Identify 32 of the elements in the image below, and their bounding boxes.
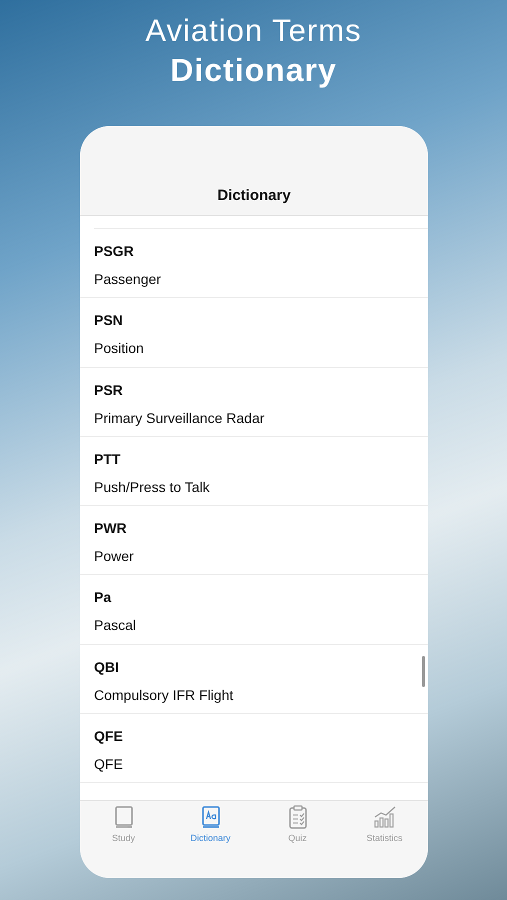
term-row[interactable]: QFE QFE [80, 714, 428, 784]
term-text: QFE [94, 728, 123, 744]
term-text: QBI [94, 658, 119, 675]
term-text: PTT [94, 450, 120, 467]
definition-text: Passenger [94, 271, 161, 287]
clipboard-icon [286, 805, 308, 829]
definition-text: QFE [94, 756, 123, 772]
term-row[interactable]: PSR Primary Surveillance Radar [80, 368, 428, 437]
definition-text: Primary Surveillance Radar [94, 410, 264, 426]
term-row[interactable]: PSN Position [80, 298, 428, 368]
term-text: PWR [94, 520, 127, 536]
tab[interactable]: Dictionary [167, 805, 254, 843]
definition-text: Position [94, 340, 144, 356]
scroll-indicator [422, 656, 425, 687]
term-text: PSN [94, 312, 123, 328]
definition-text: Pascal [94, 617, 136, 634]
headline-text: Dictionary [169, 51, 338, 90]
term-text: PSR [94, 382, 123, 398]
definition-text: Push/Press to Talk [94, 478, 210, 495]
term-text: Pa [94, 589, 112, 606]
definition-text: Compulsory IFR Flight [94, 686, 234, 703]
bar-chart-icon [372, 805, 396, 829]
book-icon [112, 805, 134, 829]
term-row[interactable]: PSGR Passenger [80, 229, 428, 298]
term-row[interactable]: Pa Pascal [80, 575, 428, 645]
headline-text: Aviation Terms [144, 12, 363, 50]
term-row[interactable]: PTT Push/Press to Talk [80, 436, 428, 506]
definition-text: Power [94, 548, 134, 564]
term-row[interactable]: PWR Power [80, 506, 428, 576]
term-text: PSGR [94, 243, 134, 259]
nav-title: Dictionary [217, 187, 291, 204]
dictionary-icon [200, 805, 222, 829]
